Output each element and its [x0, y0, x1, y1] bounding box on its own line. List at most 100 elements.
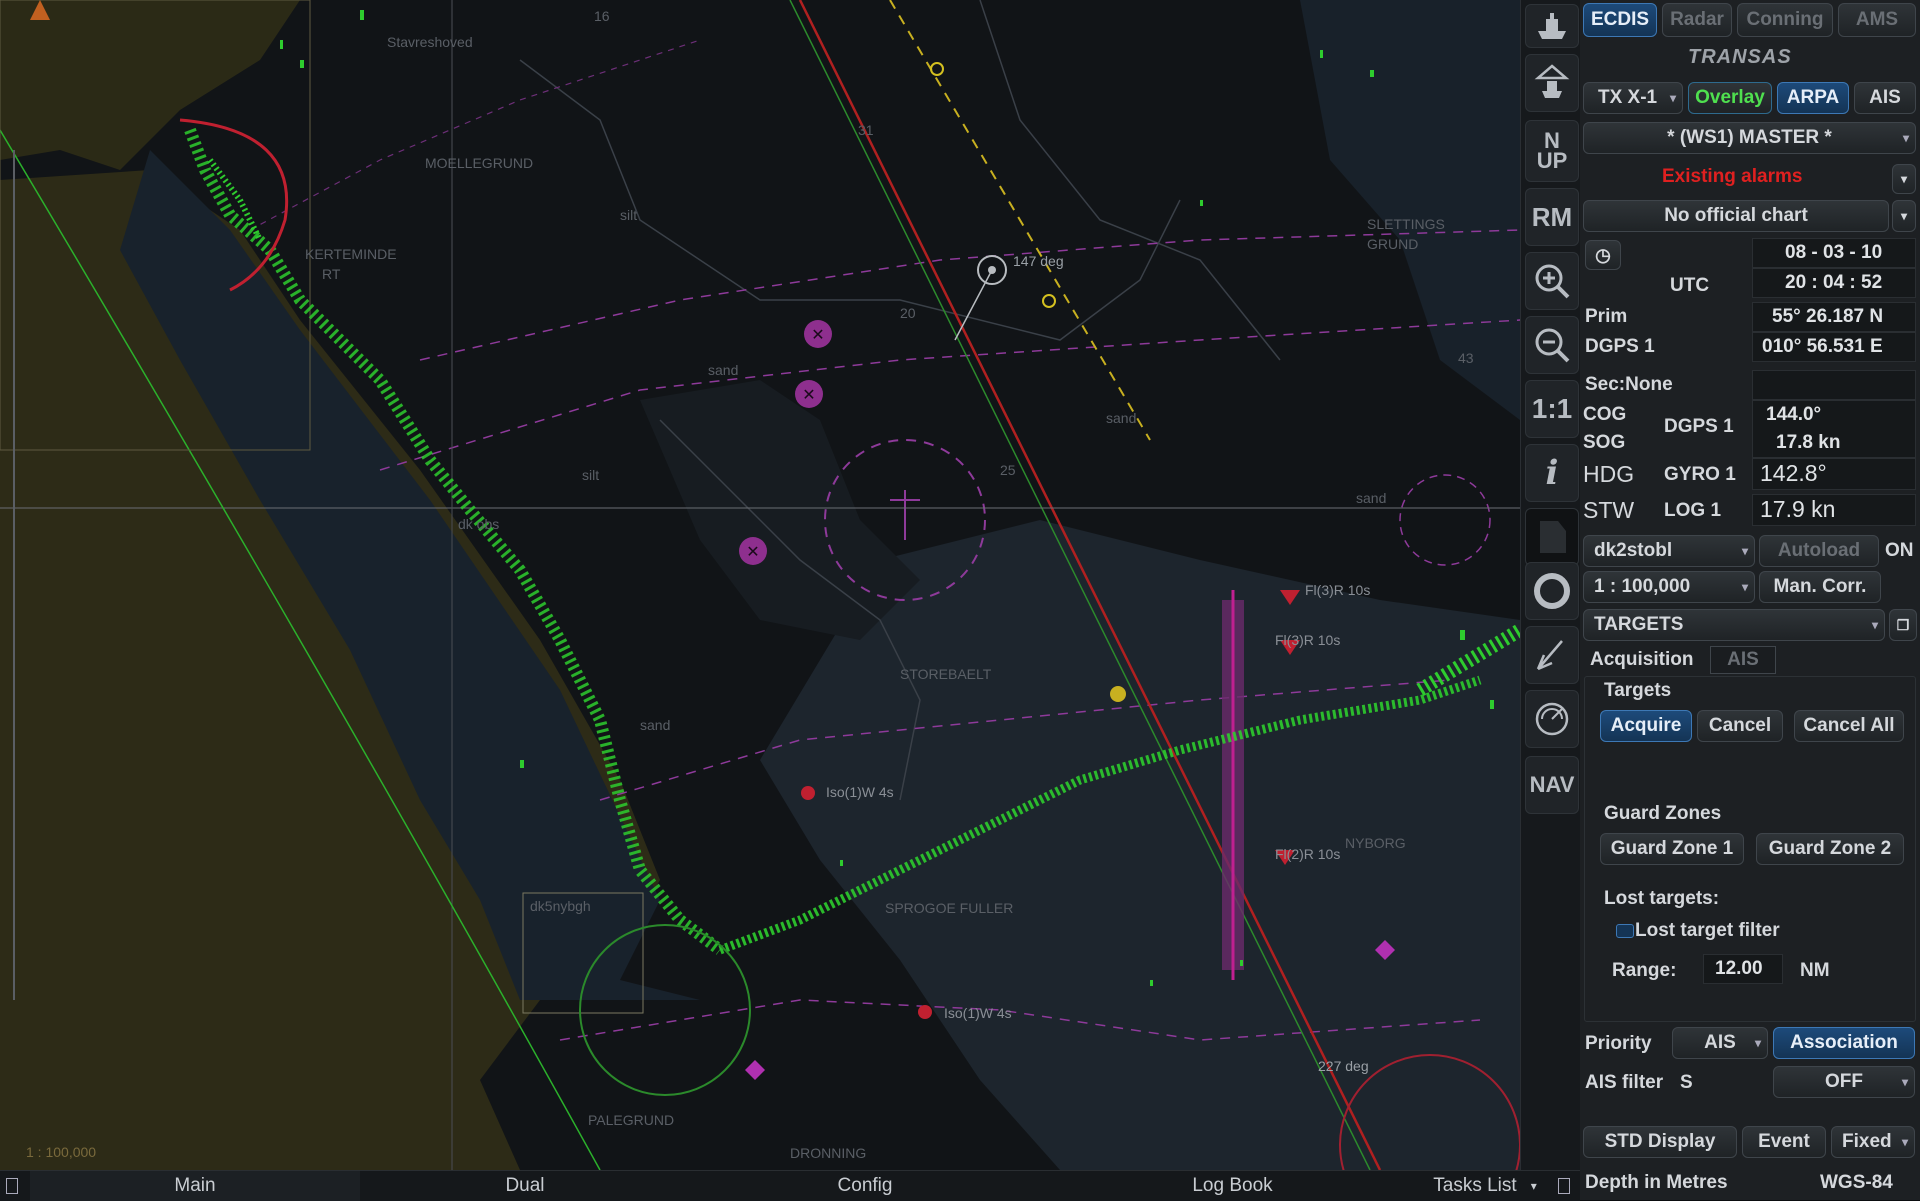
targets-dropdown[interactable]: TARGETS — [1583, 609, 1885, 641]
alarm-status[interactable]: Existing alarms — [1662, 166, 1802, 188]
lost-targets-label: Lost targets: — [1604, 888, 1720, 909]
panel-detach-button[interactable]: ❐ — [1889, 609, 1917, 641]
buoy-symbol — [801, 786, 815, 800]
utc-label: UTC — [1670, 275, 1710, 296]
panel-toggle-left[interactable] — [0, 1171, 24, 1201]
targets-label: Targets — [1604, 680, 1672, 701]
tab-log-book[interactable]: Log Book — [1040, 1171, 1425, 1201]
alarm-dropdown-arrow[interactable]: ▾ — [1892, 164, 1916, 194]
tab-acquisition[interactable]: Acquisition — [1590, 649, 1693, 671]
secondary-source-label: Sec:None — [1585, 374, 1673, 395]
seabed-label: sand — [1106, 410, 1137, 426]
svg-text:✕: ✕ — [811, 325, 824, 344]
tab-ams[interactable]: AMS — [1838, 3, 1916, 37]
secondary-box — [1752, 370, 1916, 400]
panel-toggle-right[interactable] — [1552, 1171, 1576, 1201]
zoom-out-button[interactable] — [1525, 316, 1579, 374]
fixed-dropdown[interactable]: Fixed — [1831, 1126, 1915, 1158]
ship-icon-button[interactable] — [1525, 4, 1579, 48]
chart-label: dk5nybgh — [530, 898, 591, 914]
hdg-value: 142.8° — [1760, 460, 1827, 486]
tasks-list-label: Tasks List — [1433, 1175, 1517, 1196]
tab-main[interactable]: Main — [30, 1171, 360, 1201]
ship-home-icon — [1534, 64, 1570, 98]
autoload-state: ON — [1885, 540, 1914, 561]
deep-area — [640, 380, 920, 640]
seabed-label: sand — [1356, 490, 1387, 506]
event-button[interactable]: Event — [1742, 1126, 1826, 1158]
tab-radar[interactable]: Radar — [1662, 3, 1732, 37]
north-up-button[interactable]: N UP — [1525, 120, 1579, 182]
window-icon: ❐ — [1896, 616, 1910, 633]
nav-button[interactable]: NAV — [1525, 756, 1579, 814]
workstation-dropdown[interactable]: * (WS1) MASTER * — [1583, 122, 1916, 154]
priority-label: Priority — [1585, 1033, 1652, 1054]
man-corr-button[interactable]: Man. Corr. — [1759, 571, 1881, 603]
place-label: DRONNING — [790, 1145, 867, 1161]
chart-button[interactable] — [1525, 508, 1579, 566]
overlay-button[interactable]: Overlay — [1688, 82, 1772, 114]
place-label: NYBORG — [1345, 835, 1406, 851]
radar-source-dropdown[interactable]: TX X-1 — [1583, 82, 1683, 114]
one-to-one-button[interactable]: 1:1 — [1525, 380, 1579, 438]
buoy-symbol — [918, 1005, 932, 1019]
time-value: 20 : 04 : 52 — [1785, 272, 1883, 293]
cancel-button[interactable]: Cancel — [1697, 710, 1783, 742]
relative-motion-button[interactable]: RM — [1525, 188, 1579, 246]
tab-ais[interactable]: AIS — [1710, 646, 1776, 674]
chart-status-dropdown-arrow[interactable]: ▾ — [1892, 200, 1916, 232]
guard-zone-1-button[interactable]: Guard Zone 1 — [1600, 833, 1744, 865]
scale-dropdown[interactable]: 1 : 100,000 — [1583, 571, 1755, 603]
ais-filter-dropdown[interactable]: OFF — [1773, 1066, 1915, 1098]
north-up-label-up: UP — [1536, 148, 1568, 173]
shallow-water-north — [1300, 0, 1520, 420]
info-button[interactable]: i — [1525, 444, 1579, 502]
tasks-dropdown-icon: ▾ — [1530, 1179, 1537, 1193]
tab-conning[interactable]: Conning — [1737, 3, 1833, 37]
traffic-lane — [379, 319, 1520, 471]
autoload-button[interactable]: Autoload — [1759, 535, 1879, 567]
lost-target-filter-checkbox[interactable] — [1616, 924, 1634, 938]
guard-zone-2-button[interactable]: Guard Zone 2 — [1756, 833, 1904, 865]
association-button[interactable]: Association — [1773, 1027, 1915, 1059]
hdg-source: GYRO 1 — [1664, 464, 1736, 485]
restricted-area — [1399, 474, 1491, 566]
lifebuoy-button[interactable] — [1525, 562, 1579, 620]
clock-icon: ◷ — [1595, 244, 1611, 265]
place-label: KERTEMINDE — [305, 246, 397, 262]
wreck-symbol: ✕ — [804, 320, 832, 348]
cog-label: COG — [1583, 404, 1627, 425]
range-unit: NM — [1800, 960, 1830, 981]
place-label: Stavreshoved — [387, 34, 473, 50]
chart-status-button[interactable]: No official chart — [1583, 200, 1889, 232]
place-label: PALEGRUND — [588, 1112, 675, 1128]
acquire-button[interactable]: Acquire — [1600, 710, 1692, 742]
heading-label: 147 deg — [1013, 253, 1064, 269]
ship-home-button[interactable] — [1525, 54, 1579, 112]
std-display-button[interactable]: STD Display — [1583, 1126, 1737, 1158]
land-area — [0, 0, 300, 170]
place-label: GRUND — [1367, 236, 1419, 252]
cancel-all-button[interactable]: Cancel All — [1794, 710, 1904, 742]
drawing-tool-button[interactable] — [1525, 626, 1579, 684]
tab-config[interactable]: Config — [700, 1171, 1030, 1201]
clock-button[interactable]: ◷ — [1585, 240, 1621, 270]
tasks-list-button[interactable]: Tasks List ▾ — [1420, 1171, 1550, 1201]
light-label: Iso(1)W 4s — [826, 784, 894, 800]
ais-button[interactable]: AIS — [1854, 82, 1916, 114]
planned-route — [889, 0, 1151, 441]
tab-ecdis[interactable]: ECDIS — [1583, 3, 1657, 37]
chart-label: dk obs — [458, 516, 500, 532]
priority-dropdown[interactable]: AIS — [1672, 1027, 1768, 1059]
panel-right-icon — [1558, 1178, 1570, 1194]
radar-button[interactable] — [1525, 690, 1579, 748]
range-value: 12.00 — [1715, 958, 1763, 979]
arpa-button[interactable]: ARPA — [1777, 82, 1849, 114]
depth-sounding: 25 — [1000, 462, 1016, 478]
zoom-in-button[interactable] — [1525, 252, 1579, 310]
chart-area[interactable]: ✕ ✕ ✕ Stavreshoved MOELLEGRUND KERTEMIND… — [0, 0, 1520, 1170]
tab-dual[interactable]: Dual — [360, 1171, 690, 1201]
pencil-icon — [1536, 640, 1563, 671]
chart-name-dropdown[interactable]: dk2stobl — [1583, 535, 1755, 567]
bottom-tab-bar: Main Dual Config Log Book Tasks List ▾ — [0, 1170, 1580, 1201]
